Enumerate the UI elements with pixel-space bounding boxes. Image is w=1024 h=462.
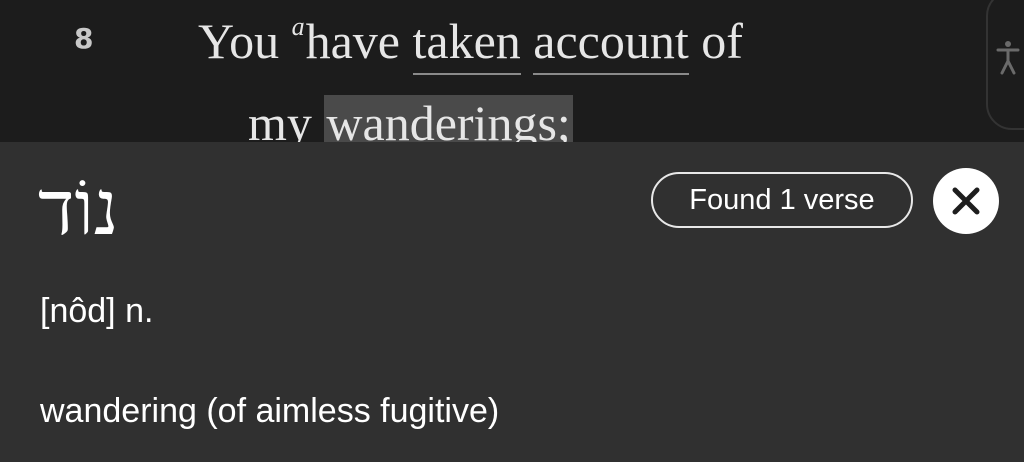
verse-word[interactable]: of [701, 13, 743, 69]
verse-word[interactable]: my [248, 95, 312, 142]
hebrew-word: נוֹד [38, 163, 119, 252]
accessibility-side-tab[interactable] [986, 0, 1024, 130]
close-icon [952, 187, 980, 215]
selected-word-wanderings[interactable]: wanderings; [324, 95, 573, 142]
found-verses-label: Found 1 verse [689, 183, 875, 216]
verse-word[interactable]: have [306, 13, 400, 69]
close-button[interactable] [933, 168, 999, 234]
footnote-marker[interactable]: a [292, 12, 305, 41]
accessibility-person-icon [996, 41, 1020, 75]
verse-number: 8 [74, 22, 94, 55]
verse-line-1: You ahave taken account of [198, 13, 743, 75]
verse-line-2: my wanderings; [248, 95, 573, 142]
verse-word[interactable]: You [198, 13, 279, 69]
found-verses-button[interactable]: Found 1 verse [651, 172, 913, 228]
pronunciation: [nôd] n. [40, 292, 154, 330]
lexicon-panel: נוֹד Found 1 verse [nôd] n. wandering (o… [0, 142, 1024, 462]
linked-word-account[interactable]: account [533, 13, 689, 75]
definition: wandering (of aimless fugitive) [40, 392, 500, 430]
bible-reader: 8 You ahave taken account of my wanderin… [0, 0, 1024, 142]
linked-word-taken[interactable]: taken [412, 13, 521, 75]
